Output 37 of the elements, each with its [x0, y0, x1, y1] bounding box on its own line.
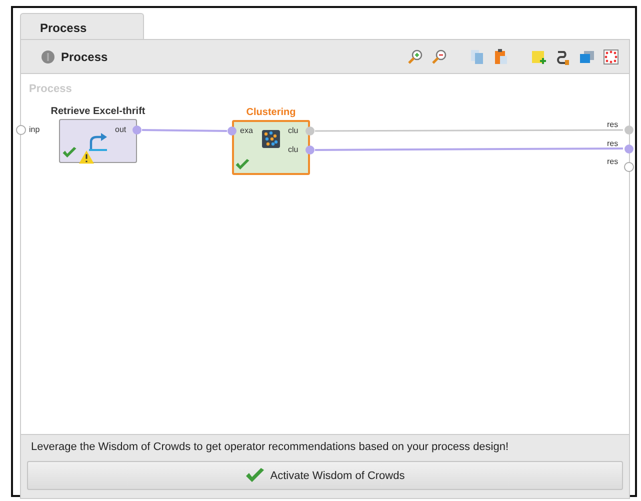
zoom-in-icon[interactable] — [407, 48, 423, 64]
port-label: inp — [29, 125, 40, 135]
port-label: exa — [240, 126, 253, 136]
layers-icon[interactable] — [579, 48, 595, 64]
operator-node[interactable] — [59, 119, 137, 163]
port-label: res — [607, 157, 618, 167]
recommendation-hint: Leverage the Wisdom of Crowds to get operator recommendations based on your process design! — [30, 441, 510, 453]
port-connector[interactable] — [624, 144, 634, 154]
paste-icon[interactable] — [493, 48, 509, 64]
process-icon — [41, 50, 55, 64]
port-label: res — [607, 138, 618, 148]
plug-icon[interactable] — [555, 48, 571, 64]
port-connector[interactable] — [624, 162, 634, 172]
operator-title: Clustering — [246, 107, 296, 118]
copy-icon[interactable] — [469, 48, 485, 64]
port-connector[interactable] — [132, 125, 142, 135]
activate-button[interactable]: Activate Wisdom of Crowds — [27, 461, 623, 490]
port-connector[interactable] — [227, 126, 237, 136]
port-connector[interactable] — [305, 145, 315, 155]
curved-arrow-icon — [87, 132, 109, 152]
fit-to-view-icon[interactable] — [603, 48, 619, 64]
process-title: Process — [61, 50, 108, 64]
add-note-icon[interactable] — [531, 48, 547, 64]
port-label: res — [607, 120, 618, 130]
zoom-out-icon[interactable] — [431, 48, 447, 64]
port-label: clu — [288, 145, 298, 155]
check-icon — [245, 468, 266, 484]
port-label: out — [115, 125, 126, 135]
port-connector[interactable] — [16, 125, 26, 135]
scatter-dots-icon — [262, 130, 280, 148]
process-tab[interactable]: Process — [20, 13, 144, 39]
port-label: clu — [288, 126, 298, 136]
operator-title: Retrieve Excel-thrift — [50, 106, 146, 117]
check-icon — [235, 159, 250, 171]
check-icon — [62, 147, 77, 159]
port-connector[interactable] — [305, 126, 315, 136]
port-connector[interactable] — [624, 125, 634, 135]
